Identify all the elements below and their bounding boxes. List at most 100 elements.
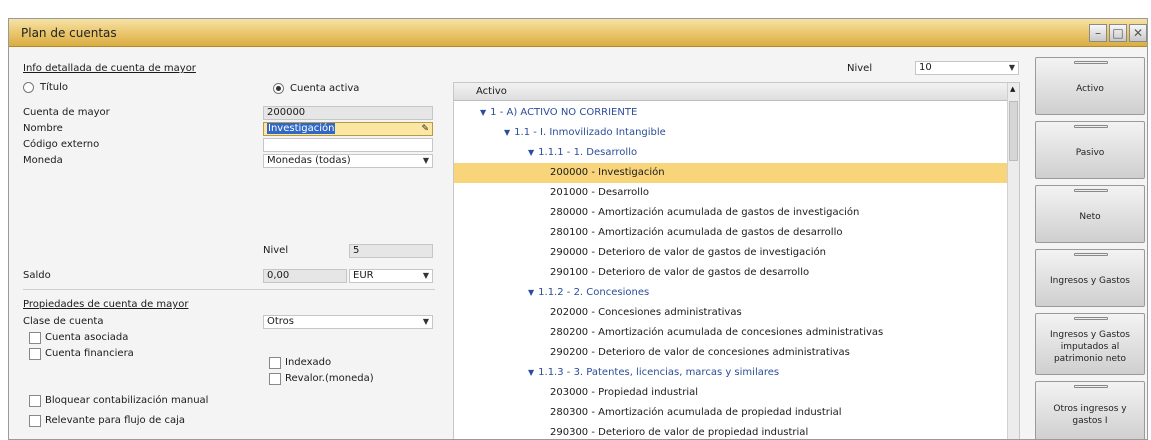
close-icon[interactable]: ✕	[1129, 24, 1147, 42]
scroll-up-icon[interactable]: ▲	[1010, 85, 1015, 93]
info-section-title: Info detallada de cuenta de mayor	[23, 63, 196, 74]
tree-row[interactable]: 203000 - Propiedad industrial	[550, 383, 698, 403]
expand-triangle-icon[interactable]: ▼	[528, 288, 534, 297]
cuenta-activa-radio[interactable]	[273, 83, 284, 94]
nav-otros-ingresos-button[interactable]: Otros ingresos y gastos I	[1035, 381, 1145, 439]
tree-group-row[interactable]: ▼ 1.1.1 - 1. Desarrollo	[528, 143, 637, 163]
indexado-checkbox[interactable]	[269, 357, 281, 369]
tree-row-label: 1.1.1 - 1. Desarrollo	[538, 147, 638, 158]
expand-triangle-icon[interactable]: ▼	[528, 148, 534, 157]
nombre-field[interactable]: Investigación ✎	[263, 122, 433, 136]
tree-row-label: 280000 - Amortización acumulada de gasto…	[550, 207, 860, 218]
tree-scrollbar[interactable]: ▲	[1007, 83, 1019, 439]
nav-ingresos-gastos-imputados-button[interactable]: Ingresos y Gastos imputados al patrimoni…	[1035, 313, 1145, 375]
maximize-icon[interactable]: □	[1109, 24, 1127, 42]
tree-row-label: 280100 - Amortización acumulada de gasto…	[550, 227, 843, 238]
tree-nivel-label: Nivel	[847, 63, 873, 74]
tree-row[interactable]: 290300 - Deterioro de valor de propiedad…	[550, 423, 809, 439]
tree-row[interactable]: 202000 - Concesiones administrativas	[550, 303, 742, 323]
tree-row[interactable]: 201000 - Desarrollo	[550, 183, 649, 203]
nav-button-label-line: patrimonio neto	[1053, 354, 1127, 364]
tree-row-label: 1.1.2 - 2. Concesiones	[538, 287, 650, 298]
nav-button-label-line: gastos I	[1072, 416, 1108, 426]
tree-row-label: 290200 - Deterioro de valor de concesion…	[550, 347, 850, 358]
nombre-label: Nombre	[23, 123, 63, 134]
nav-ingresos-gastos-button[interactable]: Ingresos y Gastos	[1035, 249, 1145, 307]
scroll-thumb[interactable]	[1009, 101, 1018, 161]
tree-row-label: 280300 - Amortización acumulada de propi…	[550, 407, 842, 418]
expand-triangle-icon[interactable]: ▼	[528, 368, 534, 377]
nav-button-label-line: Ingresos y Gastos	[1050, 330, 1130, 340]
tree-row-label: 1 - A) ACTIVO NO CORRIENTE	[490, 107, 638, 118]
tree-row[interactable]: 290200 - Deterioro de valor de concesion…	[550, 343, 850, 363]
tree-group-row[interactable]: ▼ 1.1.3 - 3. Patentes, licencias, marcas …	[528, 363, 779, 383]
minimize-icon[interactable]: –	[1089, 24, 1107, 42]
nav-neto-button[interactable]: Neto	[1035, 185, 1145, 243]
relevante-checkbox[interactable]	[29, 415, 41, 427]
tree-row[interactable]: 280300 - Amortización acumulada de propi…	[550, 403, 842, 423]
chevron-down-icon: ▼	[422, 156, 429, 165]
cuenta-asociada-label: Cuenta asociada	[45, 332, 129, 343]
tree-row[interactable]: 290100 - Deterioro de valor de gastos de…	[550, 263, 809, 283]
nav-button-label-line: Otros ingresos y	[1053, 404, 1127, 414]
tab-handle-icon	[1074, 61, 1108, 64]
tree-row[interactable]: 280100 - Amortización acumulada de gasto…	[550, 223, 842, 243]
translate-icon[interactable]: ✎	[421, 123, 429, 135]
tree-row-label: 290100 - Deterioro de valor de gastos de…	[550, 267, 810, 278]
clase-cuenta-select[interactable]: Otros ▼	[263, 315, 433, 329]
tree-header-label: Activo	[476, 86, 507, 97]
nav-button-label: Neto	[1079, 212, 1101, 222]
bloquear-label: Bloquear contabilización manual	[45, 395, 209, 406]
expand-triangle-icon[interactable]: ▼	[480, 108, 486, 117]
saldo-currency-select[interactable]: EUR ▼	[349, 269, 433, 283]
titulo-radio[interactable]	[23, 82, 34, 93]
cuenta-mayor-field[interactable]: 200000	[263, 106, 433, 120]
tree-row-label: 290300 - Deterioro de valor de propiedad…	[550, 427, 809, 438]
revalor-checkbox[interactable]	[269, 373, 281, 385]
tree-row-label: 203000 - Propiedad industrial	[550, 387, 699, 398]
saldo-currency-value: EUR	[353, 270, 374, 281]
clase-cuenta-label: Clase de cuenta	[23, 316, 104, 327]
tree-group-row[interactable]: ▼ 1 - A) ACTIVO NO CORRIENTE	[480, 103, 637, 123]
relevante-label: Relevante para flujo de caja	[45, 415, 186, 426]
account-tree[interactable]: Activo ▼ 1 - A) ACTIVO NO CORRIENTE ▼ 1.1 …	[453, 82, 1020, 439]
nav-pasivo-button[interactable]: Pasivo	[1035, 121, 1145, 179]
tree-group-row[interactable]: ▼ 1.1 - I. Inmovilizado Intangible	[504, 123, 666, 143]
nav-activo-button[interactable]: Activo	[1035, 57, 1145, 115]
bloquear-checkbox[interactable]	[29, 395, 41, 407]
window-title: Plan de cuentas	[21, 26, 117, 40]
cuenta-financiera-label: Cuenta financiera	[45, 348, 134, 359]
tab-handle-icon	[1074, 385, 1108, 388]
tree-row[interactable]: 280200 - Amortización acumulada de conce…	[550, 323, 883, 343]
title-bar[interactable]: Plan de cuentas – □ ✕	[9, 19, 1147, 47]
cuenta-asociada-checkbox[interactable]	[29, 332, 41, 344]
moneda-label: Moneda	[23, 155, 63, 166]
nivel-field[interactable]: 5	[349, 244, 433, 258]
nivel-label: Nivel	[263, 245, 289, 256]
tree-row-label: 200000 - Investigación	[550, 167, 665, 178]
tree-row[interactable]: 280000 - Amortización acumulada de gasto…	[550, 203, 859, 223]
nav-button-label: Activo	[1076, 84, 1104, 94]
saldo-field[interactable]: 0,00	[263, 269, 347, 283]
moneda-select[interactable]: Monedas (todas) ▼	[263, 154, 433, 168]
tree-row-selected[interactable]: 200000 - Investigación	[454, 163, 1008, 183]
cuenta-activa-label: Cuenta activa	[290, 83, 360, 94]
codigo-externo-field[interactable]	[263, 138, 433, 152]
saldo-label: Saldo	[23, 270, 51, 281]
tree-row-label: 1.1 - I. Inmovilizado Intangible	[514, 127, 666, 138]
tree-row[interactable]: 290000 - Deterioro de valor de gastos de…	[550, 243, 826, 263]
tree-group-row[interactable]: ▼ 1.1.2 - 2. Concesiones	[528, 283, 649, 303]
chevron-down-icon: ▼	[422, 317, 429, 326]
expand-triangle-icon[interactable]: ▼	[504, 128, 510, 137]
tree-nivel-select[interactable]: 10 ▼	[915, 61, 1019, 75]
nav-button-label-line: imputados al	[1060, 342, 1120, 352]
chevron-down-icon: ▼	[422, 271, 429, 280]
tab-handle-icon	[1074, 189, 1108, 192]
tree-row-label: 1.1.3 - 3. Patentes, licencias, marcas y…	[538, 367, 780, 378]
cuenta-financiera-checkbox[interactable]	[29, 348, 41, 360]
tree-row-label: 280200 - Amortización acumulada de conce…	[550, 327, 884, 338]
nav-button-label: Pasivo	[1075, 148, 1105, 158]
indexado-label: Indexado	[285, 357, 332, 368]
tab-handle-icon	[1074, 253, 1108, 256]
moneda-value: Monedas (todas)	[267, 155, 351, 166]
